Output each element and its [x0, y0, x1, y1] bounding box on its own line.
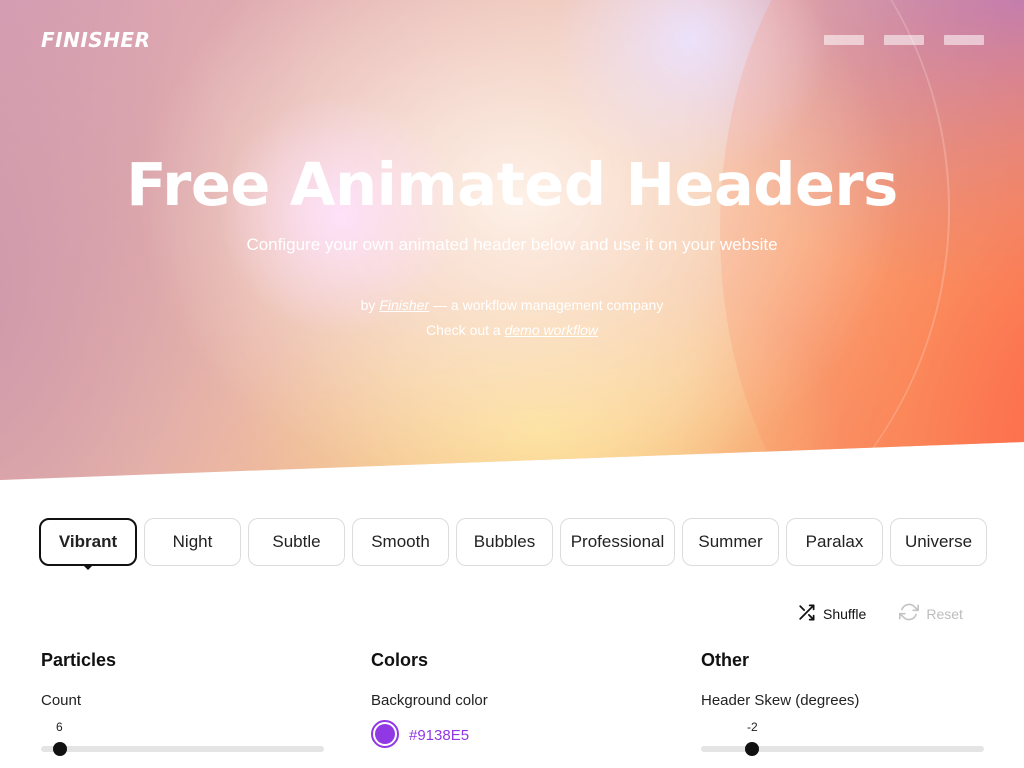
tab-vibrant[interactable]: Vibrant [39, 518, 137, 570]
tab-night[interactable]: Night [144, 518, 241, 566]
demo-prefix: Check out a [426, 322, 501, 338]
particles-section: Particles Count 6 [41, 650, 324, 756]
header-skew-slider-thumb[interactable] [745, 742, 759, 756]
reset-label: Reset [926, 605, 963, 622]
finisher-logo[interactable]: FINISHER [41, 28, 151, 52]
hero-subtitle: Configure your own animated header below… [246, 235, 778, 254]
tab-bubbles[interactable]: Bubbles [456, 518, 553, 566]
background-color-swatch[interactable] [371, 720, 399, 748]
count-label: Count [41, 692, 82, 709]
tab-professional[interactable]: Professional [560, 518, 675, 566]
nav-link-1[interactable] [824, 35, 864, 45]
tab-smooth[interactable]: Smooth [352, 518, 449, 566]
background-color-value[interactable]: #9138E5 [409, 727, 469, 744]
colors-section: Colors Background color #9138E5 [371, 650, 654, 748]
nav-link-3[interactable] [944, 35, 984, 45]
top-nav [824, 35, 984, 45]
colors-title: Colors [371, 650, 429, 670]
hero-title: Free Animated Headers [126, 150, 898, 219]
demo-workflow-link[interactable]: demo workflow [505, 322, 598, 338]
tab-universe[interactable]: Universe [890, 518, 987, 566]
header-skew-slider[interactable] [701, 742, 984, 756]
hero-demo-line: Check out a demo workflow [0, 322, 1024, 338]
reset-icon [899, 602, 920, 625]
preset-tabs: Vibrant Night Subtle Smooth Bubbles Prof… [39, 518, 987, 570]
shuffle-button[interactable]: Shuffle [797, 603, 866, 625]
byline-prefix: by [360, 297, 376, 313]
header-skew-value: -2 [747, 720, 758, 734]
count-slider-thumb[interactable] [53, 742, 67, 756]
tab-subtle[interactable]: Subtle [248, 518, 345, 566]
other-title: Other [701, 650, 750, 670]
particles-title: Particles [41, 650, 117, 670]
count-slider[interactable] [41, 742, 324, 756]
background-color-label: Background color [371, 692, 488, 709]
shuffle-label: Shuffle [823, 605, 867, 622]
hero-header: FINISHER Free Animated Headers Configure… [0, 0, 1024, 480]
byline-suffix: — a workflow management company [433, 297, 664, 313]
preset-actions: Shuffle Reset [797, 602, 963, 625]
hero-byline: by Finisher — a workflow management comp… [0, 297, 1024, 313]
finisher-link[interactable]: Finisher [379, 297, 429, 313]
tab-summer[interactable]: Summer [682, 518, 779, 566]
other-section: Other Header Skew (degrees) -2 [701, 650, 984, 756]
tab-paralax[interactable]: Paralax [786, 518, 883, 566]
count-value: 6 [56, 720, 63, 734]
nav-link-2[interactable] [884, 35, 924, 45]
header-skew-label: Header Skew (degrees) [701, 692, 860, 709]
reset-button[interactable]: Reset [899, 602, 963, 625]
shuffle-icon [797, 603, 816, 625]
background-color-dot [375, 724, 395, 744]
